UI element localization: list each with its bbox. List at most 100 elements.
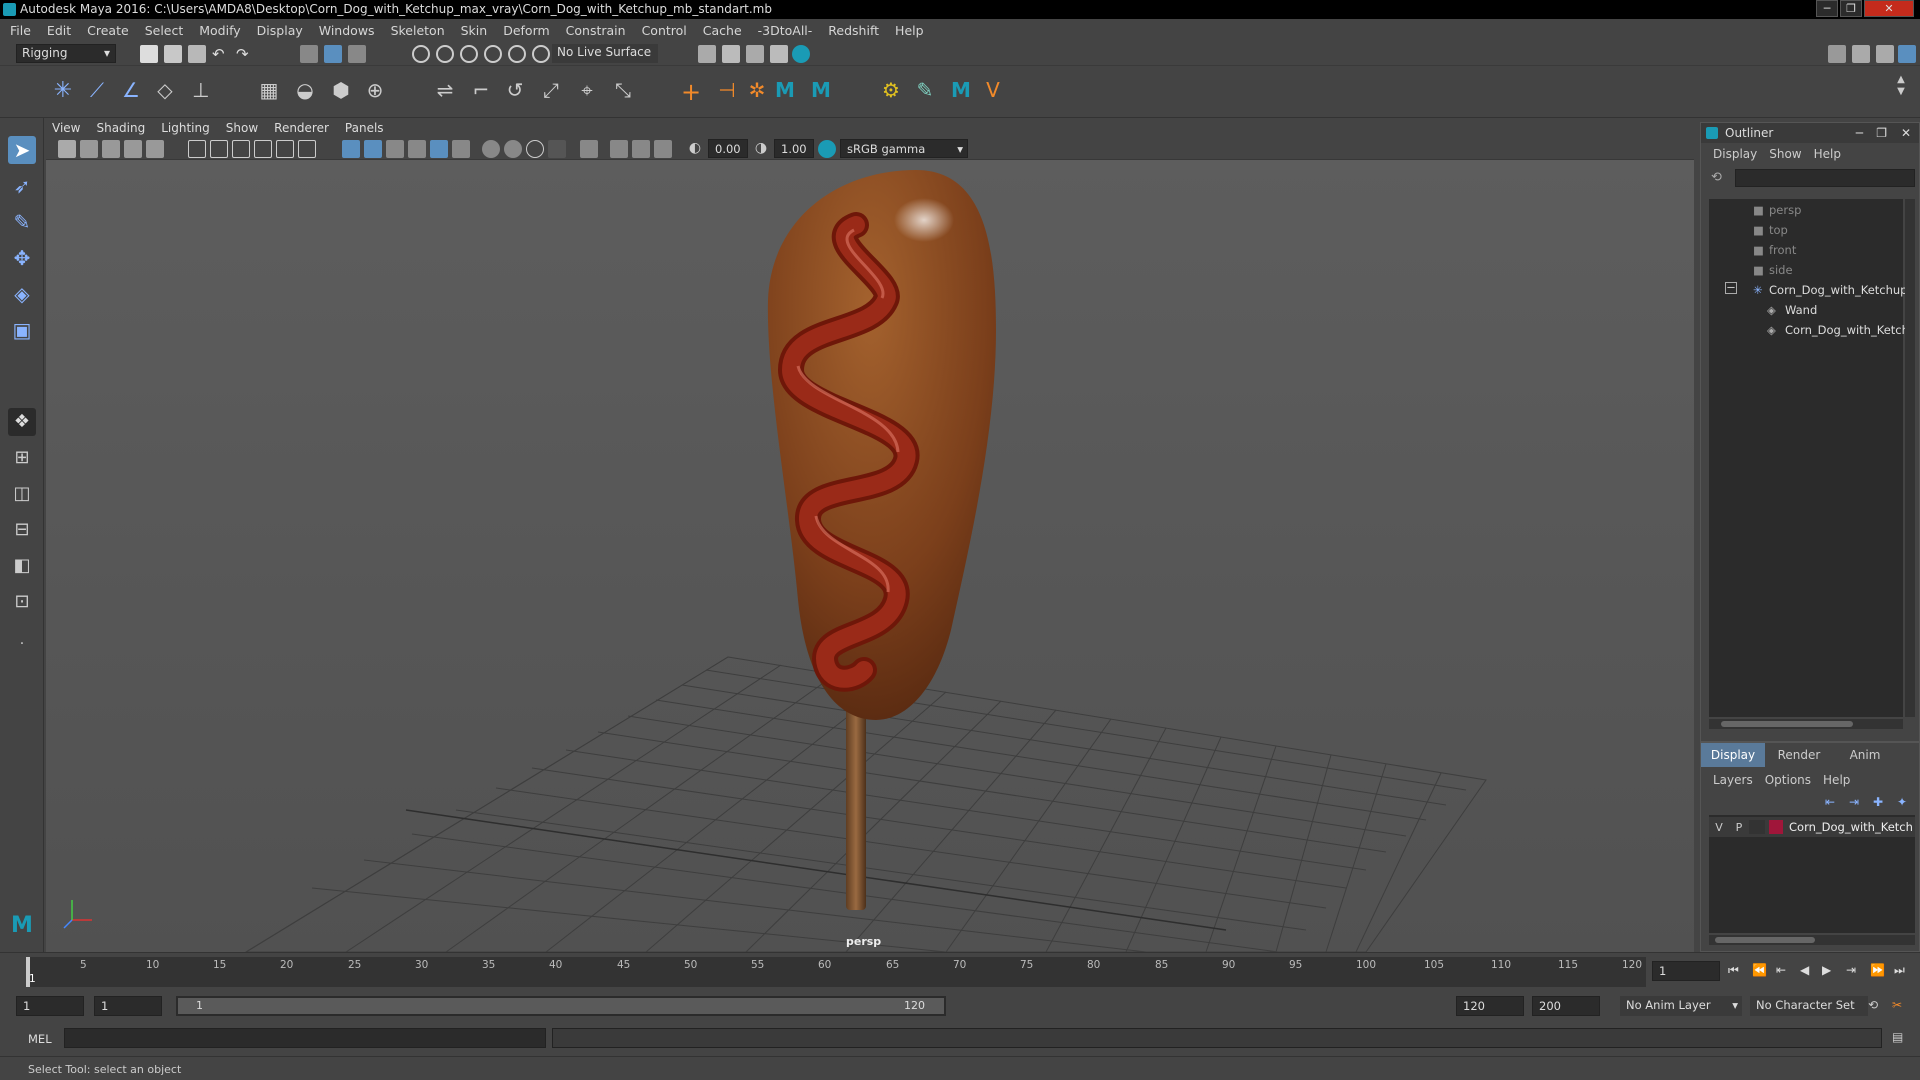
layer-row[interactable]: V P Corn_Dog_with_Ketch xyxy=(1709,817,1915,837)
viewport-3d-scene[interactable]: persp xyxy=(46,160,1694,952)
menu-windows[interactable]: Windows xyxy=(311,20,383,42)
tab-display[interactable]: Display xyxy=(1701,743,1765,767)
outliner-item-group[interactable]: Corn_Dog_with_Ketchup_ xyxy=(1769,283,1913,297)
layer-playback-toggle[interactable]: P xyxy=(1729,821,1749,834)
smooth-shade-icon[interactable] xyxy=(364,140,382,158)
persp-hypershade-layout-icon[interactable]: ◧ xyxy=(8,552,36,580)
resolution-gate-icon[interactable] xyxy=(232,140,250,158)
xray-icon[interactable] xyxy=(610,140,628,158)
bind-skin-icon[interactable]: ▦ xyxy=(256,78,282,104)
layer-menu-help[interactable]: Help xyxy=(1817,773,1856,787)
ik-handle-icon[interactable]: ⟋ xyxy=(84,78,110,104)
handle-icon[interactable]: ⊣ xyxy=(714,78,740,104)
collapse-icon[interactable]: − xyxy=(1725,281,1737,294)
aim-constraint-icon[interactable]: ⌐ xyxy=(468,78,494,104)
close-button[interactable]: ✕ xyxy=(1864,0,1914,17)
modeling-toolkit-icon[interactable] xyxy=(1828,45,1846,63)
viewport-menu-view[interactable]: View xyxy=(46,118,88,138)
auto-key-icon[interactable]: ⟲ xyxy=(1868,998,1878,1012)
locator-icon[interactable]: + xyxy=(678,78,704,106)
outliner-menu-show[interactable]: Show xyxy=(1763,147,1807,161)
field-chart-icon[interactable] xyxy=(276,140,294,158)
camera-attributes-icon[interactable] xyxy=(146,140,164,158)
menu-skeleton[interactable]: Skeleton xyxy=(383,20,453,42)
go-to-start-icon[interactable]: ⏮ xyxy=(1728,963,1739,978)
new-layer-icon[interactable]: ✚ xyxy=(1873,795,1883,809)
layer-type-toggle[interactable] xyxy=(1749,820,1765,834)
toolbox-more-icon[interactable]: · xyxy=(8,630,36,658)
open-scene-icon[interactable] xyxy=(164,45,182,63)
animation-end-field[interactable]: 200 xyxy=(1532,996,1600,1016)
snap-live-icon[interactable] xyxy=(532,45,550,63)
use-all-lights-icon[interactable] xyxy=(430,140,448,158)
joint-tool-icon[interactable]: ✳ xyxy=(50,78,76,104)
select-hierarchy-icon[interactable] xyxy=(300,45,318,63)
pole-vector-icon[interactable]: ⤡ xyxy=(610,78,636,104)
layer-name[interactable]: Corn_Dog_with_Ketch xyxy=(1789,820,1913,834)
time-slider[interactable]: 1 5 10 15 20 25 30 35 40 45 50 55 60 65 … xyxy=(0,952,1920,990)
menu-cache[interactable]: Cache xyxy=(695,20,750,42)
layer-menu-layers[interactable]: Layers xyxy=(1707,773,1759,787)
scale-constraint-icon[interactable]: ⤢ xyxy=(538,78,564,104)
outliner-item-front[interactable]: front xyxy=(1769,243,1796,257)
wireframe-on-shaded-icon[interactable] xyxy=(386,140,404,158)
orient-constraint-icon[interactable]: ↺ xyxy=(502,78,528,104)
point-constraint-icon[interactable]: ⇌ xyxy=(432,78,458,104)
exposure-icon[interactable]: ◐ xyxy=(686,140,704,158)
minimize-button[interactable]: ─ xyxy=(1816,0,1838,17)
redo-icon[interactable]: ↷ xyxy=(236,45,254,63)
snap-view-plane-icon[interactable] xyxy=(484,45,502,63)
paint-weights-icon[interactable]: ◒ xyxy=(292,78,318,104)
outliner-menu-help[interactable]: Help xyxy=(1808,147,1847,161)
tab-anim[interactable]: Anim xyxy=(1833,743,1897,767)
menu-control[interactable]: Control xyxy=(634,20,695,42)
shadows-icon[interactable] xyxy=(452,140,470,158)
step-back-icon[interactable]: ⏪ xyxy=(1752,963,1767,977)
step-back-key-icon[interactable]: ⇤ xyxy=(1776,963,1786,977)
ipr-render-icon[interactable] xyxy=(746,45,764,63)
single-perspective-layout-icon[interactable]: ❖ xyxy=(8,408,36,436)
gate-mask-icon[interactable] xyxy=(254,140,272,158)
gamma-field[interactable]: 1.00 xyxy=(774,139,814,158)
outliner-close-icon[interactable]: ✕ xyxy=(1901,123,1911,143)
safe-action-icon[interactable] xyxy=(298,140,316,158)
viewport-menu-panels[interactable]: Panels xyxy=(337,118,392,138)
xray-components-icon[interactable] xyxy=(654,140,672,158)
depth-of-field-icon[interactable] xyxy=(548,140,566,158)
menu-help[interactable]: Help xyxy=(887,20,932,42)
menu-display[interactable]: Display xyxy=(249,20,311,42)
menu-set-dropdown[interactable]: Rigging ▾ xyxy=(16,44,116,63)
mudbox-icon[interactable]: M xyxy=(948,78,974,104)
skin-tool-icon[interactable]: ✎ xyxy=(912,78,938,104)
outliner-search-input[interactable] xyxy=(1735,169,1915,187)
tool-settings-icon[interactable] xyxy=(1876,45,1894,63)
animation-preferences-icon[interactable]: ✂ xyxy=(1892,998,1902,1012)
outliner-restore-icon[interactable]: ❐ xyxy=(1876,123,1887,143)
menu-file[interactable]: File xyxy=(0,20,39,42)
ambient-occlusion-icon[interactable] xyxy=(482,140,500,158)
hik-definition-icon[interactable]: M xyxy=(808,78,834,104)
step-forward-icon[interactable]: ⏩ xyxy=(1870,963,1885,977)
refresh-icon[interactable]: ⟲ xyxy=(1711,170,1722,185)
anim-layer-dropdown[interactable]: No Anim Layer ▾ xyxy=(1620,996,1742,1016)
new-scene-icon[interactable] xyxy=(140,45,158,63)
render-frame-icon[interactable] xyxy=(722,45,740,63)
shelf-scroll-icon[interactable]: ▲ ▼ xyxy=(1894,74,1908,110)
playback-start-field[interactable]: 1 xyxy=(94,996,162,1016)
playback-end-field[interactable]: 120 xyxy=(1456,996,1524,1016)
select-component-icon[interactable] xyxy=(348,45,366,63)
hypershade-icon[interactable] xyxy=(792,45,810,63)
play-forward-icon[interactable]: ▶ xyxy=(1822,963,1831,977)
select-tool-icon[interactable]: ➤ xyxy=(8,136,36,164)
viewport-menu-shading[interactable]: Shading xyxy=(88,118,153,138)
outliner-item-persp[interactable]: persp xyxy=(1769,203,1801,217)
live-surface-field[interactable]: No Live Surface xyxy=(552,44,658,63)
menu-edit[interactable]: Edit xyxy=(39,20,79,42)
move-layer-up-icon[interactable]: ⇤ xyxy=(1825,795,1835,809)
select-object-icon[interactable] xyxy=(324,45,342,63)
menu-3dtoall[interactable]: -3DtoAll- xyxy=(750,20,821,42)
camera-lock-icon[interactable] xyxy=(80,140,98,158)
layer-menu-options[interactable]: Options xyxy=(1759,773,1817,787)
animation-start-field[interactable]: 1 xyxy=(16,996,84,1016)
colorspace-dropdown[interactable]: sRGB gamma ▾ xyxy=(840,139,968,158)
